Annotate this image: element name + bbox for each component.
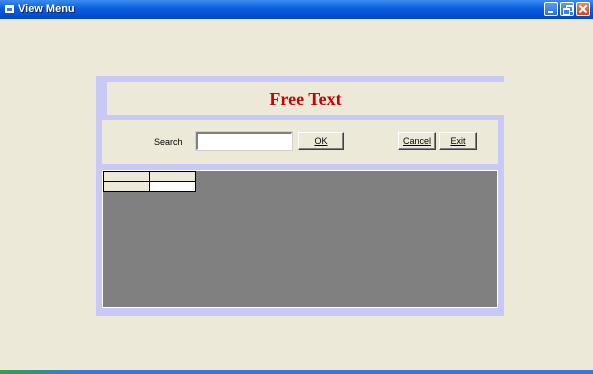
grid-header-row (103, 171, 196, 182)
close-icon[interactable] (576, 2, 590, 16)
app-window: View Menu Free Text Search OK Cancel Exi… (0, 0, 593, 374)
minimize-icon[interactable] (544, 2, 558, 16)
title-bar[interactable]: View Menu (0, 0, 593, 19)
grid-corner-cell (103, 171, 150, 182)
ok-button[interactable]: OK (298, 132, 344, 150)
window-icon[interactable] (5, 5, 14, 13)
search-input[interactable] (195, 131, 293, 151)
taskbar-strip (0, 370, 593, 374)
search-section: Search OK Cancel Exit (102, 120, 498, 164)
cancel-button[interactable]: Cancel (398, 132, 436, 150)
page-title: Free Text (269, 89, 342, 109)
restore-icon[interactable] (560, 2, 574, 16)
grid-table (103, 171, 196, 192)
exit-button[interactable]: Exit (439, 132, 477, 150)
grid-row-header[interactable] (103, 181, 150, 192)
grid-cell[interactable] (149, 181, 196, 192)
grid-column-header[interactable] (149, 171, 196, 182)
data-grid[interactable] (102, 170, 498, 308)
search-label: Search (154, 137, 183, 147)
header-box: Free Text (107, 82, 504, 115)
table-row[interactable] (103, 181, 196, 192)
window-title: View Menu (18, 3, 75, 15)
main-panel: Free Text Search OK Cancel Exit (96, 76, 504, 316)
